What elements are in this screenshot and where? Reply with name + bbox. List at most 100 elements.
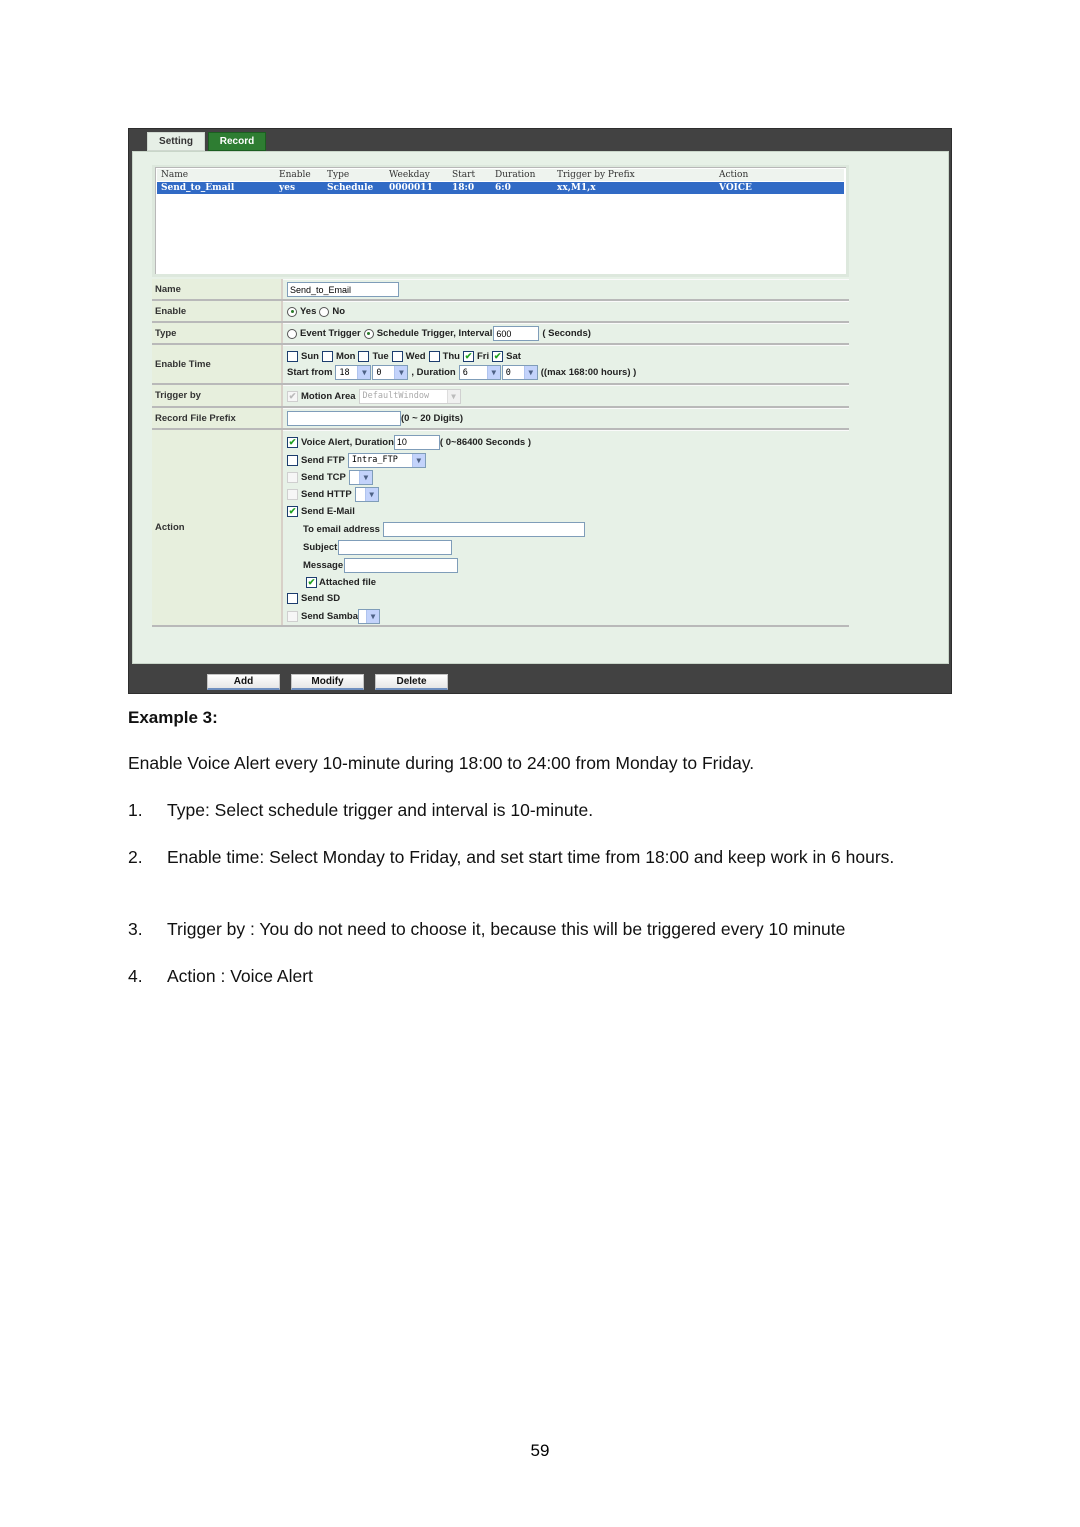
col-duration: Duration bbox=[495, 170, 536, 180]
tab-bar: Setting Record bbox=[147, 132, 266, 151]
cell-name: Send_to_Email bbox=[161, 183, 235, 193]
chevron-down-icon: ▼ bbox=[358, 471, 372, 484]
send-tcp-label: Send TCP bbox=[301, 472, 346, 483]
send-sd-checkbox[interactable] bbox=[287, 593, 298, 604]
mon-checkbox[interactable] bbox=[321, 351, 333, 362]
action-button-bar: Add Modify Delete bbox=[129, 672, 951, 692]
duration-min-select[interactable]: 0 ▼ bbox=[501, 365, 538, 380]
step-item: 4. Action : Voice Alert bbox=[128, 964, 952, 989]
step-number: 3. bbox=[128, 919, 143, 939]
row-trigger-by: Trigger by ✔ Motion Area DefaultWindow ▼ bbox=[152, 385, 849, 408]
label-type: Type bbox=[152, 323, 283, 343]
record-list[interactable]: Name Enable Type Weekday Start Duration … bbox=[152, 165, 849, 277]
to-email-input[interactable] bbox=[382, 521, 585, 537]
col-weekday: Weekday bbox=[389, 170, 430, 180]
tcp-server-select[interactable]: ▼ bbox=[348, 470, 373, 485]
send-http-checkbox[interactable] bbox=[287, 489, 298, 500]
mon-label: Mon bbox=[335, 351, 356, 362]
record-row[interactable]: Send_to_Email yes Schedule 0000011 18:0 … bbox=[157, 182, 844, 194]
chevron-down-icon: ▼ bbox=[394, 366, 408, 379]
motion-area-checkbox[interactable]: ✔ bbox=[287, 390, 298, 402]
step-number: 1. bbox=[128, 800, 143, 820]
chevron-down-icon: ▼ bbox=[411, 453, 425, 467]
step-text: Type: Select schedule trigger and interv… bbox=[167, 800, 594, 820]
step-item: 1. Type: Select schedule trigger and int… bbox=[128, 798, 952, 823]
duration-label: , Duration bbox=[411, 367, 456, 378]
delete-button[interactable]: Delete bbox=[375, 674, 448, 690]
fri-label: Fri bbox=[476, 351, 490, 362]
sun-label: Sun bbox=[301, 351, 319, 362]
send-ftp-checkbox[interactable] bbox=[287, 454, 298, 466]
schedule-trigger-label: Schedule Trigger, Interval bbox=[376, 328, 493, 339]
attached-file-checkbox[interactable]: ✔ bbox=[306, 576, 317, 588]
weekday-checkboxes: Sun Mon Tue Wed Thu ✔ Fri ✔ Sat bbox=[287, 349, 849, 365]
sun-checkbox[interactable] bbox=[287, 351, 298, 362]
sat-checkbox[interactable]: ✔ bbox=[492, 351, 504, 362]
modify-button[interactable]: Modify bbox=[291, 674, 364, 690]
interval-unit: ( Seconds) bbox=[542, 328, 591, 339]
chevron-down-icon: ▼ bbox=[357, 366, 371, 379]
start-min-value: 0 bbox=[376, 367, 382, 378]
add-button[interactable]: Add bbox=[207, 674, 280, 690]
record-panel: Name Enable Type Weekday Start Duration … bbox=[132, 151, 949, 664]
row-enable-time: Enable Time Sun Mon Tue Wed Thu ✔ Fri ✔ Sa… bbox=[152, 345, 849, 385]
voice-alert-checkbox[interactable]: ✔ bbox=[287, 436, 298, 448]
record-settings-screenshot: Setting Record Name Enable Type Weekday … bbox=[128, 128, 952, 694]
step-number: 4. bbox=[128, 966, 143, 986]
thu-checkbox[interactable] bbox=[428, 351, 440, 362]
event-trigger-radio[interactable] bbox=[287, 328, 297, 339]
tue-checkbox[interactable] bbox=[358, 351, 370, 362]
chevron-down-icon: ▼ bbox=[364, 488, 378, 501]
send-sd-label: Send SD bbox=[301, 593, 341, 604]
subject-input[interactable] bbox=[338, 539, 453, 555]
to-email-label: To email address bbox=[303, 523, 380, 535]
wed-checkbox[interactable] bbox=[391, 351, 403, 362]
duration-min-value: 0 bbox=[505, 367, 511, 378]
record-prefix-hint: (0 ~ 20 Digits) bbox=[401, 413, 464, 424]
ftp-server-select[interactable]: Intra_FTP ▼ bbox=[347, 452, 426, 468]
step-text: Enable time: Select Monday to Friday, an… bbox=[167, 847, 895, 867]
motion-window-select[interactable]: DefaultWindow ▼ bbox=[358, 388, 461, 404]
enable-no-label: No bbox=[332, 306, 346, 317]
samba-server-select[interactable]: ▼ bbox=[358, 608, 381, 624]
sat-label: Sat bbox=[506, 351, 521, 362]
send-email-checkbox[interactable]: ✔ bbox=[287, 506, 298, 517]
cell-duration: 6:0 bbox=[495, 183, 511, 193]
message-input[interactable] bbox=[344, 557, 459, 573]
tab-record[interactable]: Record bbox=[208, 132, 266, 151]
voice-alert-duration-input[interactable]: 10 bbox=[393, 434, 440, 450]
label-record-prefix: Record File Prefix bbox=[152, 408, 283, 428]
col-type: Type bbox=[327, 170, 350, 180]
enable-no-radio[interactable] bbox=[319, 306, 330, 317]
row-action: Action ✔ Voice Alert, Duration 10 ( 0~86… bbox=[152, 430, 849, 627]
name-input[interactable]: Send_to_Email bbox=[287, 282, 399, 297]
duration-hour-select[interactable]: 6 ▼ bbox=[458, 365, 501, 380]
label-action: Action bbox=[152, 430, 283, 625]
schedule-trigger-radio[interactable] bbox=[363, 328, 374, 339]
col-name: Name bbox=[161, 170, 189, 180]
step-text: Trigger by : You do not need to choose i… bbox=[167, 919, 846, 939]
enable-yes-radio[interactable] bbox=[287, 306, 297, 317]
tab-setting[interactable]: Setting bbox=[147, 132, 205, 151]
event-trigger-label: Event Trigger bbox=[300, 328, 361, 339]
start-min-select[interactable]: 0 ▼ bbox=[372, 365, 409, 380]
enable-yes-label: Yes bbox=[300, 306, 317, 317]
col-start: Start bbox=[452, 170, 476, 180]
step-number: 2. bbox=[128, 847, 143, 867]
message-label: Message bbox=[303, 559, 344, 571]
start-hour-select[interactable]: 18 ▼ bbox=[335, 365, 372, 380]
fri-checkbox[interactable]: ✔ bbox=[462, 351, 474, 362]
subject-label: Subject bbox=[303, 541, 338, 553]
record-prefix-input[interactable] bbox=[287, 411, 401, 426]
send-tcp-checkbox[interactable] bbox=[287, 472, 298, 483]
chevron-down-icon: ▼ bbox=[486, 366, 500, 379]
interval-input[interactable]: 600 bbox=[493, 326, 540, 341]
send-samba-checkbox[interactable] bbox=[287, 610, 298, 622]
http-server-select[interactable]: ▼ bbox=[354, 487, 379, 502]
start-from-label: Start from bbox=[287, 367, 333, 378]
row-enable: Enable Yes No bbox=[152, 301, 849, 323]
chevron-down-icon: ▼ bbox=[523, 366, 537, 379]
example-heading: Example 3: bbox=[128, 708, 218, 727]
send-ftp-label: Send FTP bbox=[301, 454, 345, 466]
example-intro: Enable Voice Alert every 10-minute durin… bbox=[128, 753, 755, 773]
